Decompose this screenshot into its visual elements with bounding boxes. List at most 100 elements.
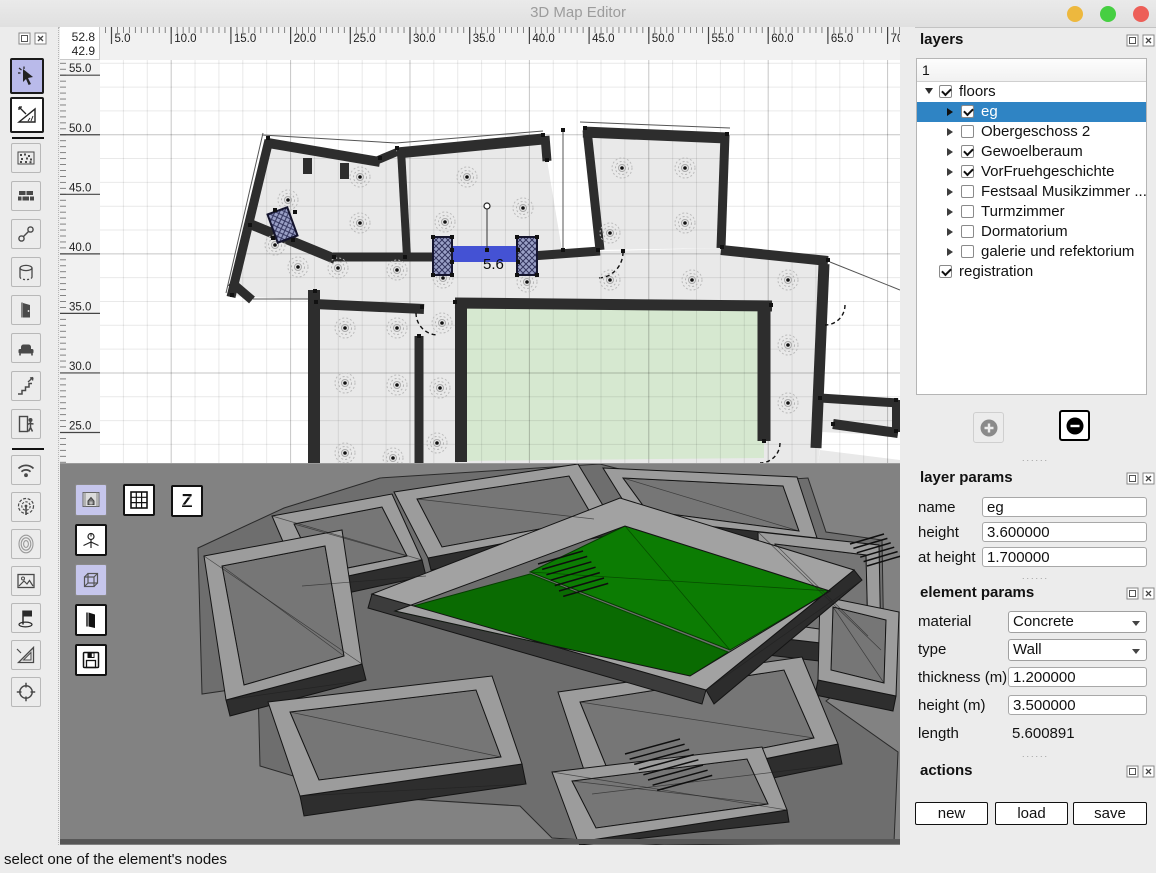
panel-splitter[interactable] [900,27,915,845]
height-m--field[interactable] [1008,695,1147,715]
measure-tool-button[interactable] [10,97,44,133]
door-tool-icon [14,298,38,322]
close-icon[interactable] [1142,34,1155,47]
splitter-handle[interactable]: ...... [915,453,1156,463]
layer-visibility-checkbox[interactable] [961,245,974,258]
flag-tool-button[interactable] [11,603,41,633]
close-icon[interactable] [1142,765,1155,778]
layer-row-turmzimmer[interactable]: Turmzimmer [917,202,1146,222]
load-button[interactable]: load [995,802,1068,825]
close-icon[interactable] [1142,472,1155,485]
float-icon[interactable] [1126,34,1139,47]
layer-label: eg [981,102,998,122]
zoom-button[interactable] [1100,6,1116,22]
layer-visibility-checkbox[interactable] [961,165,974,178]
texture-tool-icon [14,146,38,170]
chevron-right-icon[interactable] [947,108,953,116]
layer-visibility-checkbox[interactable] [961,205,974,218]
layer-visibility-checkbox[interactable] [961,185,974,198]
layers-tree[interactable]: 1 floorsegObergeschoss 2GewoelberaumVorF… [916,58,1147,395]
splitter-handle[interactable]: ...... [915,571,1156,581]
layer-row-obergeschoss-2[interactable]: Obergeschoss 2 [917,122,1146,142]
add-layer-button[interactable] [973,412,1004,443]
fingerprint-tool-button[interactable] [11,529,41,559]
thickness-m--label: thickness (m) [918,669,1007,686]
name-field[interactable] [982,497,1147,517]
beacon-tool-button[interactable] [11,492,41,522]
layer-visibility-checkbox[interactable] [939,265,952,278]
at-height-field[interactable] [982,547,1147,567]
chevron-right-icon[interactable] [947,128,953,136]
close-icon[interactable] [34,32,47,45]
save-view-button[interactable] [75,644,107,676]
layer-row-dormatorium[interactable]: Dormatorium [917,222,1146,242]
chevron-right-icon[interactable] [947,208,953,216]
layer-row-registration[interactable]: registration [917,262,1146,282]
plan-view-button[interactable] [75,484,107,516]
chevron-right-icon[interactable] [947,188,953,196]
cursor-coordinates: 52.8 42.9 [60,27,100,60]
exit-person-tool-button[interactable] [11,409,41,439]
actions-dock-buttons [1126,765,1155,778]
target-tool-button[interactable] [11,677,41,707]
svg-text:10.0: 10.0 [174,33,196,45]
view3d-canvas[interactable] [60,464,900,845]
select-tool-button[interactable] [10,58,44,94]
status-message: select one of the element's nodes [4,851,227,868]
cube-view-button[interactable] [75,564,107,596]
layer-visibility-checkbox[interactable] [961,225,974,238]
gizmo-view-button[interactable] [75,524,107,556]
wall-brick-tool-icon [14,184,38,208]
close-button[interactable] [1133,6,1149,22]
door-view-icon [79,608,103,632]
layer-row-vorfruehgeschichte[interactable]: VorFruehgeschichte [917,162,1146,182]
wall-brick-tool-button[interactable] [11,181,41,211]
float-icon[interactable] [1126,587,1139,600]
cylinder-tool-button[interactable] [11,257,41,287]
new-button[interactable]: new [915,802,988,825]
layer-row-gewoelberaum[interactable]: Gewoelberaum [917,142,1146,162]
furniture-tool-button[interactable] [11,333,41,363]
wifi-tool-button[interactable] [11,455,41,485]
float-icon[interactable] [1126,765,1139,778]
select-tool-icon [15,64,39,88]
layer-visibility-checkbox[interactable] [961,125,974,138]
ztexture-view-button[interactable]: Z [171,485,203,517]
type-select[interactable]: Wall [1008,639,1147,661]
beacon-tool-icon [14,495,38,519]
height-field[interactable] [982,522,1147,542]
minimize-button[interactable] [1067,6,1083,22]
chevron-down-icon[interactable] [925,88,933,94]
splitter-handle[interactable]: ...... [915,749,1156,759]
polyline-tool-button[interactable] [11,219,41,249]
grid-view-button[interactable] [123,484,155,516]
layer-visibility-checkbox[interactable] [939,85,952,98]
door-tool-button[interactable] [11,295,41,325]
chevron-right-icon[interactable] [947,228,953,236]
chevron-right-icon[interactable] [947,148,953,156]
status-bar: select one of the element's nodes [0,845,1156,873]
chevron-right-icon[interactable] [947,248,953,256]
thickness-m--field[interactable] [1008,667,1147,687]
image-tool-button[interactable] [11,566,41,596]
layer-row-festsaal-musikzimmer-[interactable]: Festsaal Musikzimmer ... [917,182,1146,202]
stairs-tool-button[interactable] [11,371,41,401]
close-icon[interactable] [1142,587,1155,600]
layer-row-eg[interactable]: eg [917,102,1146,122]
floorplan-canvas[interactable]: 5.6 [100,60,900,463]
texture-tool-button[interactable] [11,143,41,173]
set-square-tool-button[interactable] [11,640,41,670]
float-icon[interactable] [18,32,31,45]
remove-layer-button[interactable] [1059,410,1090,441]
material-select[interactable]: Concrete [1008,611,1147,633]
chevron-right-icon[interactable] [947,168,953,176]
layer-label: Obergeschoss 2 [981,122,1090,142]
save-button[interactable]: save [1073,802,1147,825]
svg-text:50.0: 50.0 [69,123,91,135]
layer-visibility-checkbox[interactable] [961,145,974,158]
door-view-button[interactable] [75,604,107,636]
layer-row-floors[interactable]: floors [917,82,1146,102]
layer-row-galerie-und-refektorium[interactable]: galerie und refektorium [917,242,1146,262]
layer-visibility-checkbox[interactable] [961,105,974,118]
float-icon[interactable] [1126,472,1139,485]
